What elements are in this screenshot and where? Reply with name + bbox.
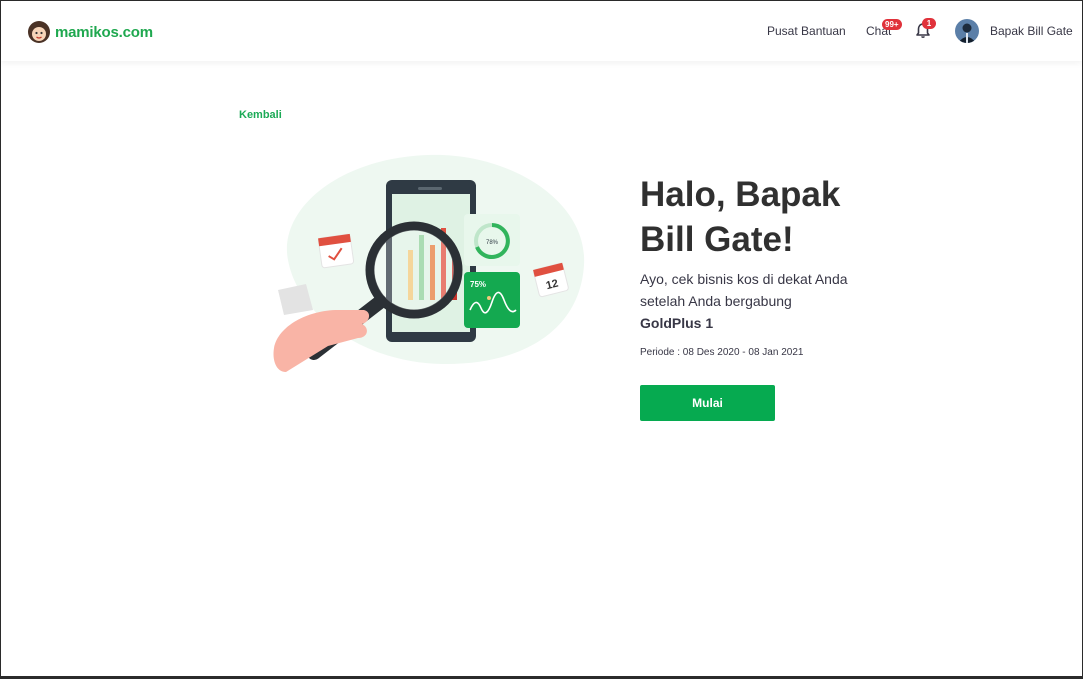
logo-text: mamikos.com: [55, 23, 153, 41]
greeting-title: Halo, Bapak Bill Gate!: [640, 175, 841, 259]
avatar[interactable]: [955, 19, 979, 43]
mamikos-mascot-icon: [28, 21, 50, 43]
greeting-description: Ayo, cek bisnis kos di dekat Anda setela…: [640, 271, 848, 309]
package-name: GoldPlus 1: [640, 315, 714, 331]
user-name[interactable]: Bapak Bill Gate: [990, 24, 1073, 38]
start-button[interactable]: Mulai: [640, 385, 775, 421]
logo[interactable]: mamikos.com: [27, 20, 153, 44]
gauge-label: 78%: [486, 240, 499, 246]
notification-count-badge: 1: [922, 18, 936, 29]
back-link[interactable]: Kembali: [239, 109, 282, 121]
period-text: Periode : 08 Des 2020 - 08 Jan 2021: [640, 347, 804, 358]
chat-count-badge: 99+: [882, 19, 902, 30]
help-center-link[interactable]: Pusat Bantuan: [767, 24, 846, 38]
illustration: 78% 75% 12: [268, 150, 590, 383]
chart-label: 75%: [470, 280, 486, 289]
